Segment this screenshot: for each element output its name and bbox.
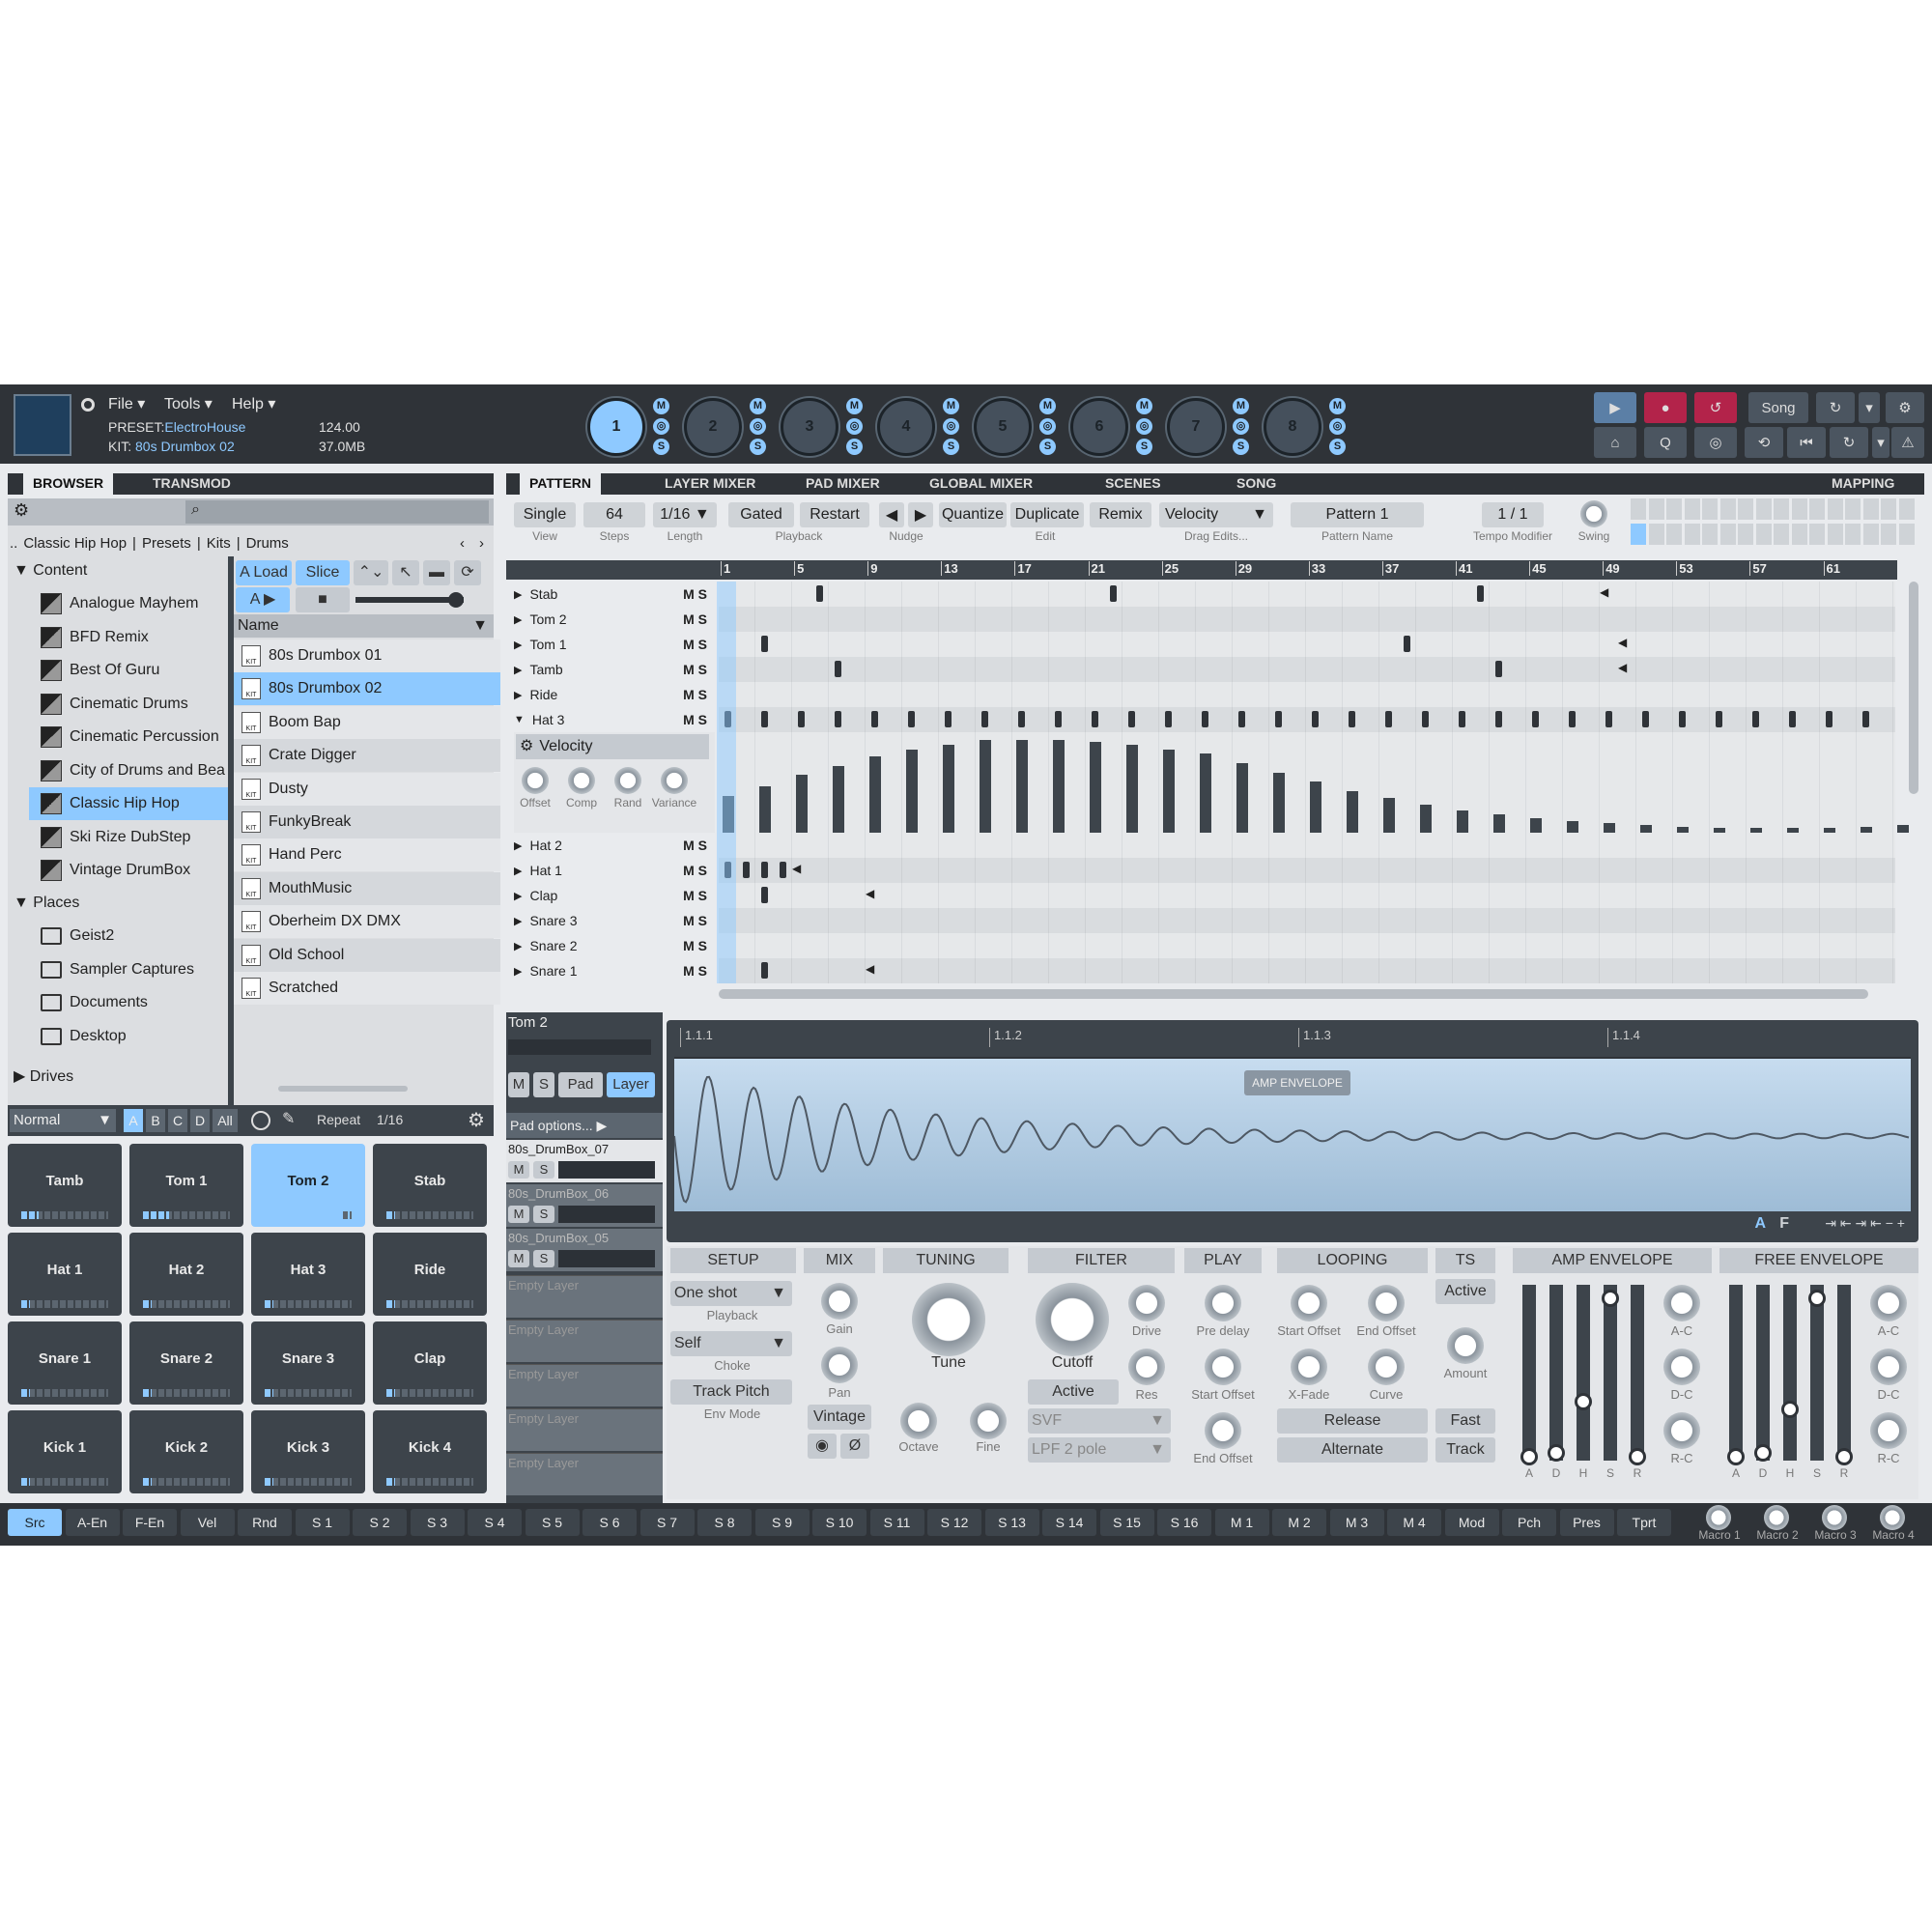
- mod-source-tab[interactable]: Mod: [1444, 1509, 1499, 1536]
- mod-source-tab[interactable]: Vel: [180, 1509, 235, 1536]
- mod-source-tab[interactable]: Pres: [1559, 1509, 1614, 1536]
- mod-source-tab[interactable]: M 3: [1329, 1509, 1384, 1536]
- mod-source-tab[interactable]: A-En: [65, 1509, 120, 1536]
- mod-source-tab[interactable]: S 8: [697, 1509, 752, 1536]
- mod-source-tab[interactable]: M 4: [1387, 1509, 1441, 1536]
- mod-source-tab[interactable]: Src: [8, 1509, 62, 1536]
- macro-4-knob[interactable]: [1880, 1505, 1905, 1530]
- mod-source-tab[interactable]: M 2: [1272, 1509, 1326, 1536]
- macro-3-knob[interactable]: [1822, 1505, 1847, 1530]
- macro-1-knob[interactable]: [1706, 1505, 1731, 1530]
- mod-source-tab[interactable]: Pch: [1502, 1509, 1556, 1536]
- mod-source-tab[interactable]: M 1: [1214, 1509, 1269, 1536]
- mod-source-tab[interactable]: S 14: [1042, 1509, 1096, 1536]
- macro-label: Macro 3: [1814, 1528, 1857, 1542]
- footer-layer: Src A-En F-En Vel Rnd S 1S 2S 3S 4S 5S 6S 7S …: [0, 384, 1932, 1546]
- mod-source-tab[interactable]: S 6: [582, 1509, 637, 1536]
- mod-source-tab[interactable]: Rnd: [238, 1509, 292, 1536]
- mod-source-tab[interactable]: S 5: [525, 1509, 580, 1536]
- mod-source-tab[interactable]: S 1: [295, 1509, 350, 1536]
- mod-source-tab[interactable]: S 16: [1157, 1509, 1211, 1536]
- mod-source-tab[interactable]: S 4: [468, 1509, 522, 1536]
- macro-label: Macro 2: [1756, 1528, 1799, 1542]
- geist2-app: File ▾ Tools ▾ Help ▾ PRESET:ElectroHous…: [0, 384, 1932, 1546]
- mod-source-tab[interactable]: Tprt: [1617, 1509, 1671, 1536]
- mod-source-tab[interactable]: S 12: [927, 1509, 981, 1536]
- mod-source-tab[interactable]: S 11: [869, 1509, 924, 1536]
- mod-source-tab[interactable]: S 15: [1099, 1509, 1154, 1536]
- mod-source-tab[interactable]: F-En: [123, 1509, 177, 1536]
- mod-source-tab[interactable]: S 2: [353, 1509, 407, 1536]
- macro-2-knob[interactable]: [1764, 1505, 1789, 1530]
- mod-source-tab[interactable]: S 3: [410, 1509, 465, 1536]
- mod-source-tab[interactable]: S 10: [812, 1509, 867, 1536]
- mod-source-tab[interactable]: S 13: [984, 1509, 1039, 1536]
- macro-label: Macro 1: [1698, 1528, 1741, 1542]
- mod-source-tab[interactable]: S 7: [639, 1509, 695, 1536]
- mod-source-tab[interactable]: S 9: [754, 1509, 810, 1536]
- macro-label: Macro 4: [1872, 1528, 1915, 1542]
